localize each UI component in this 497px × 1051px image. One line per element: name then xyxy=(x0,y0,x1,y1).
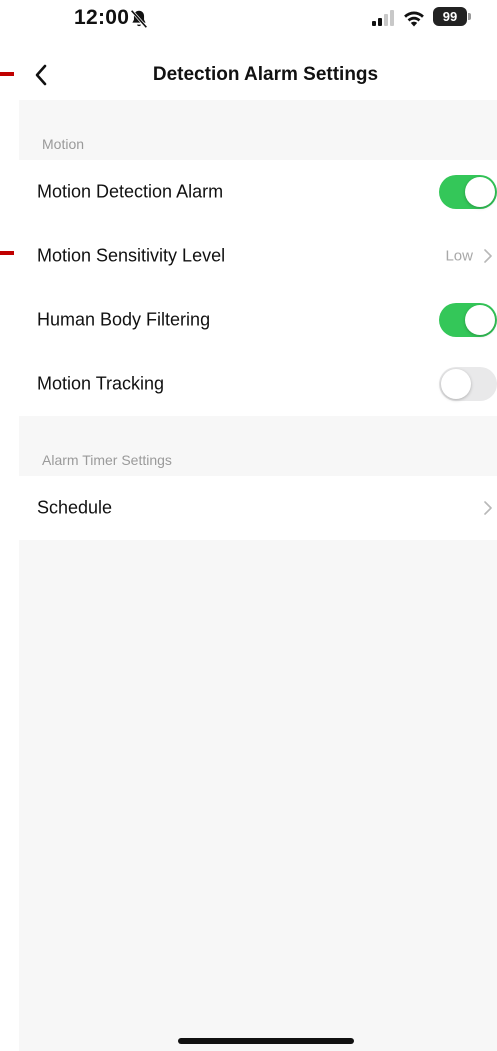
chevron-right-icon xyxy=(484,249,492,263)
red-marker xyxy=(0,251,14,255)
section-header-motion: Motion xyxy=(19,100,497,160)
settings-content: Motion Motion Detection Alarm Motion Sen… xyxy=(19,100,497,1051)
section-header-alarm-timer: Alarm Timer Settings xyxy=(19,416,497,476)
battery-nub xyxy=(468,13,471,20)
toggle-knob xyxy=(441,369,471,399)
toggle-knob xyxy=(465,177,495,207)
bell-slash-icon xyxy=(130,9,148,29)
wifi-icon xyxy=(404,11,424,27)
row-label: Schedule xyxy=(37,497,113,518)
human-body-filtering-row: Human Body Filtering xyxy=(19,288,497,352)
motion-detection-alarm-row: Motion Detection Alarm xyxy=(19,160,497,224)
status-time: 12:00 xyxy=(74,6,130,29)
human-body-filtering-toggle[interactable] xyxy=(439,303,497,337)
chevron-right-icon xyxy=(484,501,492,515)
page-title: Detection Alarm Settings xyxy=(152,64,379,85)
row-label: Motion Detection Alarm xyxy=(37,181,224,202)
row-label: Motion Tracking xyxy=(37,373,165,394)
battery-icon: 99 xyxy=(433,7,467,26)
section-header-label: Motion xyxy=(42,136,85,152)
section-header-label: Alarm Timer Settings xyxy=(42,452,172,468)
signal-icon xyxy=(372,10,394,26)
motion-tracking-toggle[interactable] xyxy=(439,367,497,401)
motion-settings-group: Motion Detection Alarm Motion Sensitivit… xyxy=(19,160,497,416)
status-bar: 12:00 99 xyxy=(0,0,497,38)
toggle-knob xyxy=(465,305,495,335)
navigation-bar: Detection Alarm Settings xyxy=(0,50,497,100)
motion-sensitivity-level-row[interactable]: Motion Sensitivity Level Low xyxy=(19,224,497,288)
home-indicator[interactable] xyxy=(178,1038,354,1044)
motion-detection-alarm-toggle[interactable] xyxy=(439,175,497,209)
schedule-row[interactable]: Schedule xyxy=(19,476,497,540)
row-label: Human Body Filtering xyxy=(37,309,211,330)
row-label: Motion Sensitivity Level xyxy=(37,245,226,266)
motion-tracking-row: Motion Tracking xyxy=(19,352,497,416)
alarm-timer-settings-group: Schedule xyxy=(19,476,497,540)
sensitivity-value: Low xyxy=(445,247,473,265)
